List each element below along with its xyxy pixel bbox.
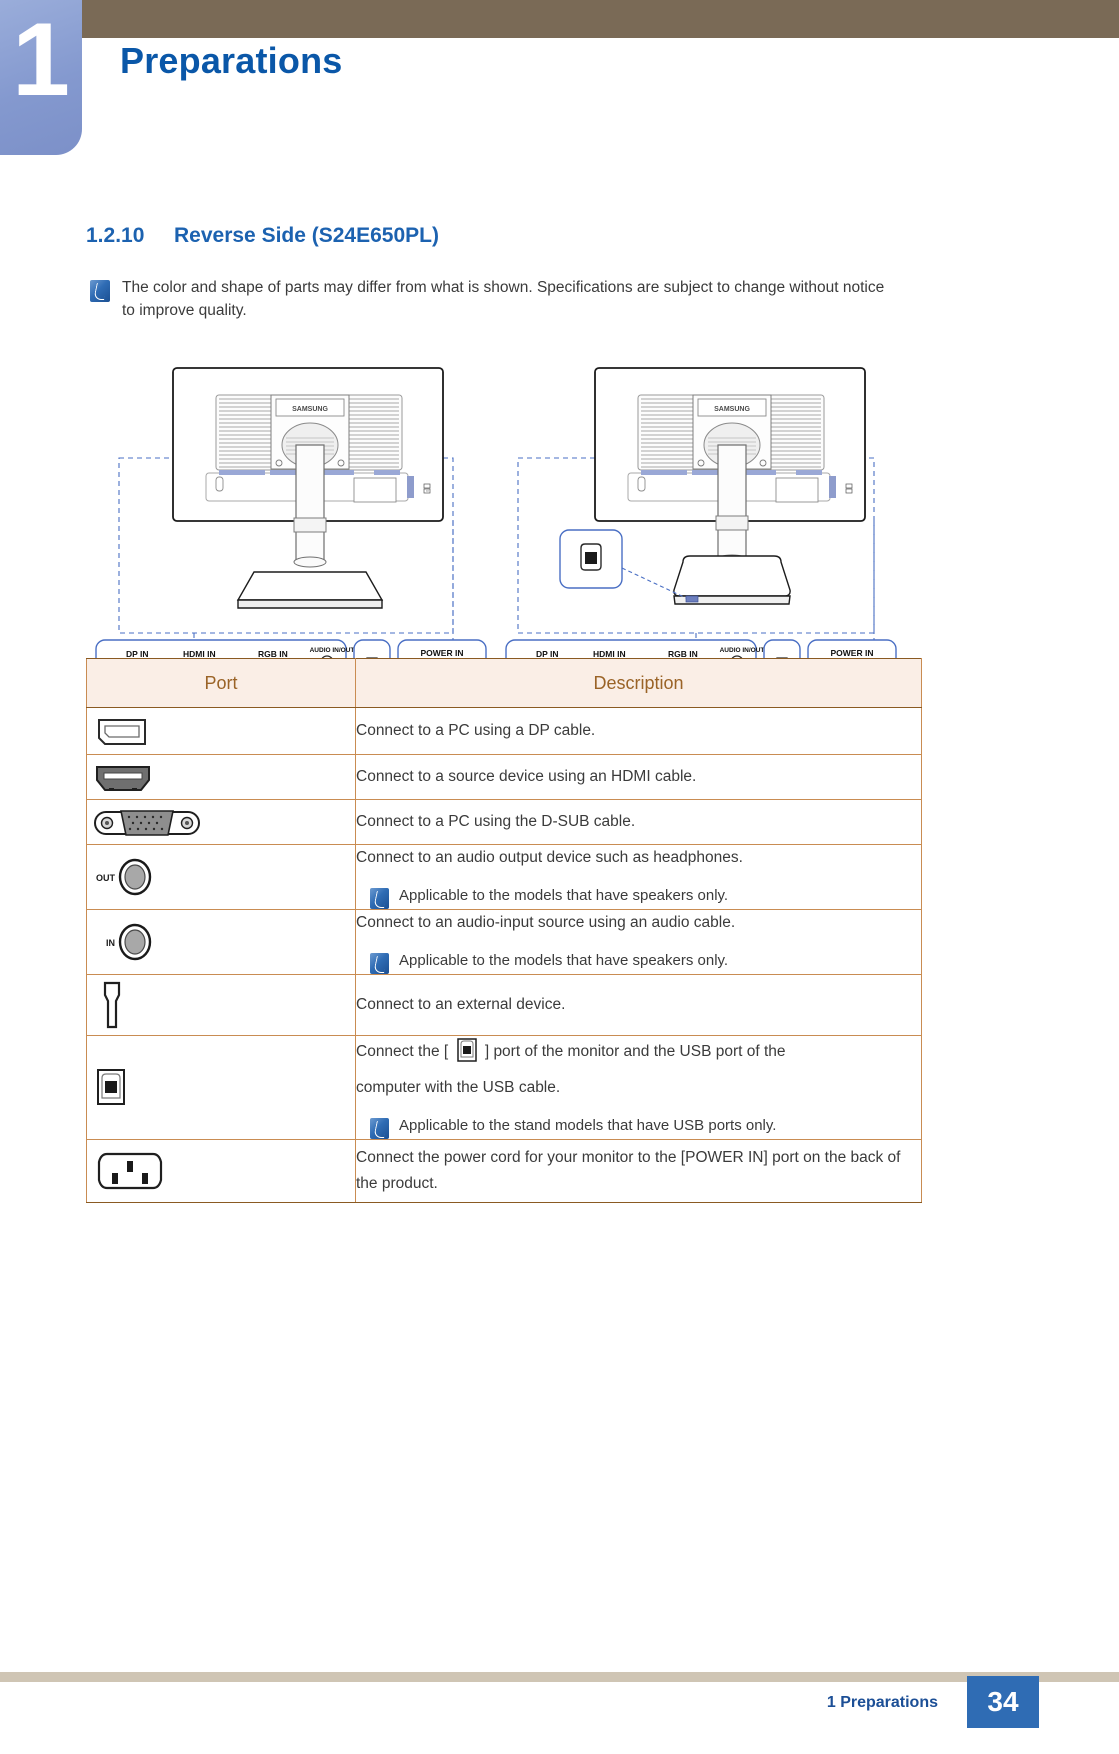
desc-cell: Connect to an audio-input source using a… [355, 909, 922, 975]
table-row: Connect the power cord for your monitor … [86, 1139, 922, 1203]
intro-note-text: The color and shape of parts may differ … [122, 279, 885, 319]
sub-note-text: Applicable to the models that have speak… [399, 952, 729, 969]
port-cell-audio-out: OUT [86, 844, 356, 910]
port-cell-audio-in: IN [86, 909, 356, 975]
port-cell-usb [86, 1035, 356, 1140]
chapter-tab: 1 [0, 0, 82, 155]
desc-text: Connect to a PC using a DP cable. [356, 722, 596, 739]
desc-text: Connect to an audio-input source using a… [356, 914, 736, 931]
desc-cell: Connect to an external device. [355, 974, 922, 1036]
ports-table: Port Description Connect to a PC using a… [86, 658, 922, 1203]
intro-note: The color and shape of parts may differ … [90, 276, 890, 322]
table-row: Connect to an external device. [86, 974, 922, 1036]
table-row: Connect to a PC using a DP cable. [86, 707, 922, 755]
note-icon [370, 953, 389, 974]
label-audio-in-out-right: AUDIO IN/OUT [720, 647, 765, 654]
desc-text: Connect to a source device using an HDMI… [356, 768, 697, 785]
desc-cell: Connect the [ ] port of the monitor and … [355, 1035, 922, 1140]
footer-rule [0, 1672, 1119, 1682]
table-row: Connect the [ ] port of the monitor and … [86, 1035, 922, 1140]
monitor-diagram-left: SAMSUNG ▫ [86, 350, 486, 642]
desc-cell: Connect to a PC using a DP cable. [355, 707, 922, 755]
table-row: Connect to a source device using an HDMI… [86, 754, 922, 800]
header-band [65, 0, 1119, 38]
port-cell-external-device [86, 974, 356, 1036]
column-header-description: Description [355, 658, 922, 708]
sub-note-text: Applicable to the models that have speak… [399, 887, 729, 904]
port-cell-power-in [86, 1139, 356, 1203]
label-audio-in-out-left: AUDIO IN/OUT [310, 647, 355, 654]
dsub-vga-icon [94, 810, 200, 836]
brand-mark-right: SAMSUNG [714, 406, 750, 413]
page-title: Preparations [120, 40, 343, 81]
port-cell-hdmi [86, 754, 356, 800]
port-cell-displayport [86, 707, 356, 755]
note-icon [90, 280, 110, 302]
label-power-in-right: POWER IN [831, 648, 874, 658]
desc-text: Connect to an external device. [356, 996, 566, 1013]
hdmi-icon [96, 766, 150, 791]
monitor-diagram-right: SAMSUNG [500, 350, 926, 642]
label-power-in-left: POWER IN [421, 648, 464, 658]
usb-b-port-icon [580, 543, 602, 571]
desc-cell: Connect the power cord for your monitor … [355, 1139, 922, 1203]
desc-usb-line1: Connect the [ ] port of the monitor and … [356, 1036, 921, 1065]
power-in-icon [97, 1152, 163, 1190]
audio-out-jack-icon: OUT [96, 858, 152, 896]
audio-out-label: OUT [96, 873, 116, 883]
desc-text-before: Connect the [ [356, 1043, 449, 1060]
desc-usb-line2: computer with the USB cable. [356, 1079, 561, 1096]
column-header-port: Port [86, 658, 356, 708]
port-cell-dsub [86, 799, 356, 845]
chapter-number: 1 [12, 2, 70, 118]
desc-cell: Connect to a PC using the D-SUB cable. [355, 799, 922, 845]
reverse-side-diagrams: SAMSUNG ▫ SAMSUNG DP IN HDMI IN RGB IN A… [86, 350, 926, 699]
table-header-row: Port Description [86, 658, 922, 708]
table-row: Connect to a PC using the D-SUB cable. [86, 799, 922, 845]
sub-note-text: Applicable to the stand models that have… [399, 1117, 777, 1134]
desc-text: Connect the power cord for your monitor … [356, 1149, 901, 1192]
sub-note: Applicable to the models that have speak… [356, 885, 921, 909]
desc-cell: Connect to an audio output device such a… [355, 844, 922, 910]
audio-in-jack-icon: IN [106, 923, 152, 961]
usb-b-port-icon [97, 1068, 125, 1105]
desc-text-after: ] port of the monitor and the USB port o… [484, 1043, 786, 1060]
sub-note: Applicable to the models that have speak… [356, 950, 921, 974]
section-heading: 1.2.10 Reverse Side (S24E650PL) [86, 224, 439, 248]
section-number: 1.2.10 [86, 224, 145, 247]
section-title: Reverse Side (S24E650PL) [174, 224, 439, 247]
desc-cell: Connect to a source device using an HDMI… [355, 754, 922, 800]
note-icon [370, 888, 389, 909]
page-number-badge: 34 [967, 1676, 1039, 1728]
displayport-icon [98, 719, 146, 745]
audio-in-label: IN [106, 938, 115, 948]
brand-mark-left: SAMSUNG [292, 406, 328, 413]
desc-text: Connect to a PC using the D-SUB cable. [356, 813, 636, 830]
table-row: OUT Connect to an audio output device su… [86, 844, 922, 910]
footer-chapter-label: 1 Preparations [826, 1694, 938, 1711]
usb-b-port-icon-inline [455, 1036, 479, 1064]
external-device-icon [103, 981, 121, 1029]
desc-text: Connect to an audio output device such a… [356, 849, 743, 866]
sub-note: Applicable to the stand models that have… [356, 1115, 921, 1139]
note-icon [370, 1118, 389, 1139]
table-row: IN Connect to an audio-input source usin… [86, 909, 922, 975]
